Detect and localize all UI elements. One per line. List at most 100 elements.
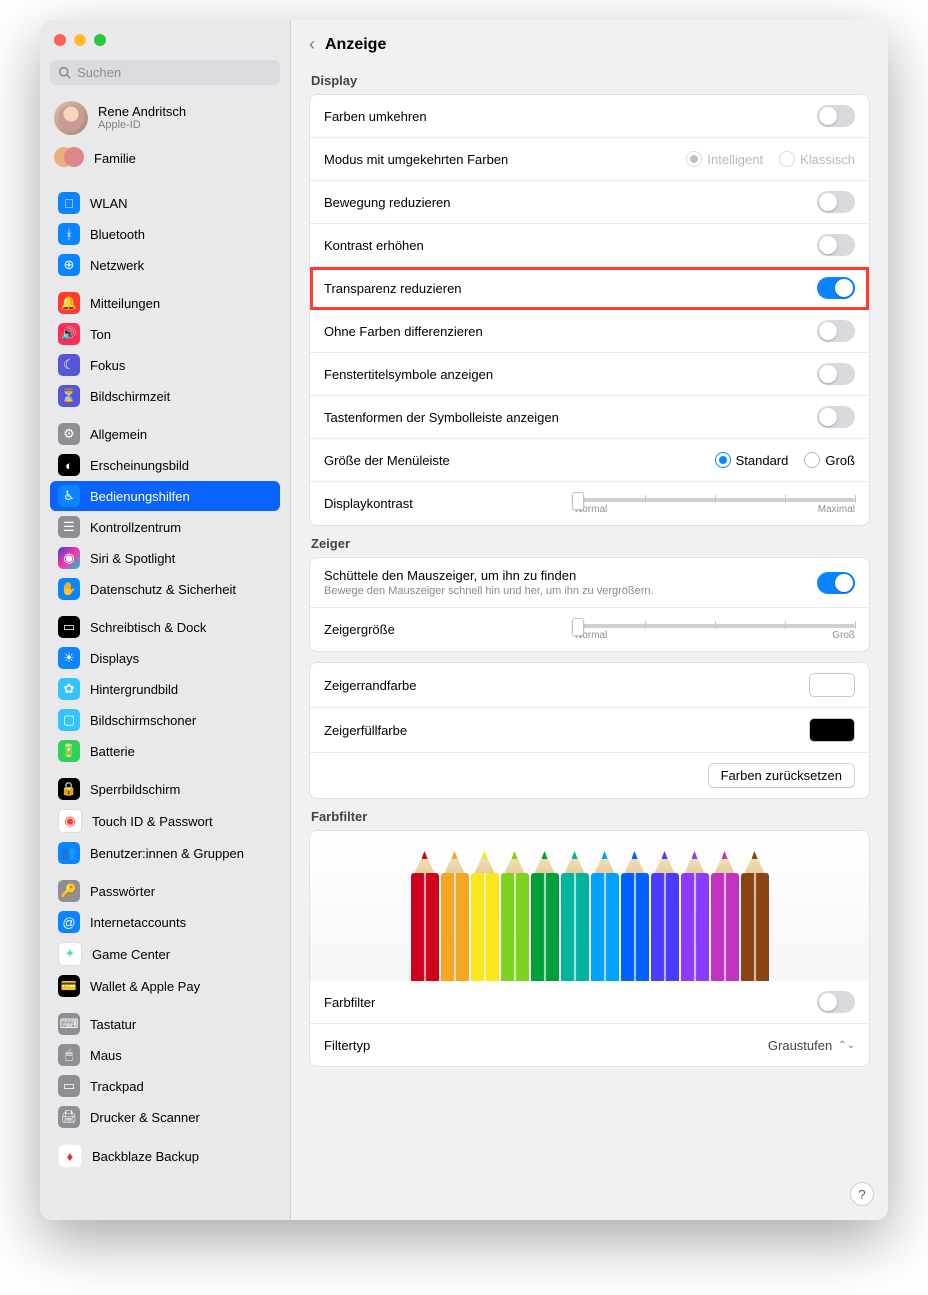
close-window-button[interactable] <box>54 34 66 46</box>
accessibility-icon: ♿︎ <box>58 485 80 507</box>
users-icon: 👥 <box>58 842 80 864</box>
radio-menubar-large[interactable]: Groß <box>804 452 855 468</box>
wallpaper-icon: ✿ <box>58 678 80 700</box>
toggle-reduce-transparency[interactable] <box>817 277 855 299</box>
sidebar-item-general[interactable]: ⚙Allgemein <box>50 419 280 449</box>
sidebar-item-label: Touch ID & Passwort <box>92 814 213 829</box>
toggle-colorfilter[interactable] <box>817 991 855 1013</box>
colorfilter-preview <box>310 831 869 981</box>
back-button[interactable]: ‹ <box>309 34 315 55</box>
toggle-reduce-motion[interactable] <box>817 191 855 213</box>
row-reduce-transparency: Transparenz reduzieren <box>310 267 869 310</box>
hourglass-icon: ⏳ <box>58 385 80 407</box>
sidebar-item-screentime[interactable]: ⏳Bildschirmzeit <box>50 381 280 411</box>
speaker-icon: 🔊 <box>58 323 80 345</box>
sidebar-item-wallet[interactable]: 💳Wallet & Apple Pay <box>50 971 280 1001</box>
slider-max-label: Groß <box>832 630 855 641</box>
pointer-size-slider[interactable] <box>575 624 855 628</box>
sidebar-item-backblaze[interactable]: ♦Backblaze Backup <box>50 1140 280 1172</box>
sidebar-item-lockscreen[interactable]: 🔒Sperrbildschirm <box>50 774 280 804</box>
sidebar-item-focus[interactable]: ☾Fokus <box>50 350 280 380</box>
sidebar-item-trackpad[interactable]: ▭Trackpad <box>50 1071 280 1101</box>
sidebar-item-mouse[interactable]: 🖱Maus <box>50 1040 280 1070</box>
sidebar-item-label: Fokus <box>90 358 125 373</box>
pencil-icon <box>741 851 769 981</box>
sidebar-item-label: Hintergrundbild <box>90 682 178 697</box>
sidebar-item-label: WLAN <box>90 196 128 211</box>
invert-mode-radio-group: Intelligent Klassisch <box>686 151 855 167</box>
sidebar-item-accessibility[interactable]: ♿︎ Bedienungshilfen <box>50 481 280 511</box>
sidebar-item-users[interactable]: 👥Benutzer:innen & Gruppen <box>50 838 280 868</box>
row-shake-pointer: Schüttele den Mauszeiger, um ihn zu find… <box>310 558 869 608</box>
screensaver-icon: ▢ <box>58 709 80 731</box>
pencil-icon <box>531 851 559 981</box>
sidebar-item-label: Drucker & Scanner <box>90 1110 200 1125</box>
display-contrast-slider[interactable] <box>575 498 855 502</box>
sidebar-item-keyboard[interactable]: ⌨Tastatur <box>50 1009 280 1039</box>
sidebar-item-control-center[interactable]: ☰Kontrollzentrum <box>50 512 280 542</box>
sidebar-item-privacy[interactable]: ✋Datenschutz & Sicherheit <box>50 574 280 604</box>
sidebar-item-bluetooth[interactable]: ᚼBluetooth <box>50 219 280 249</box>
toggle-increase-contrast[interactable] <box>817 234 855 256</box>
sidebar-item-label: Bedienungshilfen <box>90 489 190 504</box>
family-row[interactable]: Familie <box>40 143 290 181</box>
sidebar-item-passwords[interactable]: 🔑Passwörter <box>50 876 280 906</box>
row-label: Transparenz reduzieren <box>324 281 462 296</box>
sidebar-item-label: Game Center <box>92 947 170 962</box>
sidebar-item-screensaver[interactable]: ▢Bildschirmschoner <box>50 705 280 735</box>
filter-type-popup[interactable]: Graustufen ⌃⌄ <box>768 1038 855 1053</box>
family-label: Familie <box>94 151 136 166</box>
search-field[interactable]: Suchen <box>50 60 280 85</box>
pencil-icon <box>441 851 469 981</box>
sidebar-item-touchid[interactable]: ◉Touch ID & Passwort <box>50 805 280 837</box>
apple-id-row[interactable]: Rene Andritsch Apple-ID <box>40 95 290 143</box>
settings-window: Suchen Rene Andritsch Apple-ID Familie 􀙇… <box>40 20 888 1220</box>
toggle-toolbar-button-shapes[interactable] <box>817 406 855 428</box>
row-display-contrast: Displaykontrast Normal Maximal <box>310 482 869 525</box>
reset-colors-button[interactable]: Farben zurücksetzen <box>708 763 855 788</box>
battery-icon: 🔋 <box>58 740 80 762</box>
sidebar-item-wlan[interactable]: 􀙇WLAN <box>50 188 280 218</box>
sidebar-item-wallpaper[interactable]: ✿ Hintergrundbild <box>50 674 280 704</box>
key-icon: 🔑 <box>58 880 80 902</box>
radio-menubar-standard[interactable]: Standard <box>715 452 789 468</box>
pointer-outline-colorwell[interactable] <box>809 673 855 697</box>
section-display-label: Display <box>309 63 870 94</box>
trackpad-icon: ▭ <box>58 1075 80 1097</box>
sidebar-item-desktop-dock[interactable]: ▭Schreibtisch & Dock <box>50 612 280 642</box>
pencil-icon <box>651 851 679 981</box>
zoom-window-button[interactable] <box>94 34 106 46</box>
sidebar-item-battery[interactable]: 🔋Batterie <box>50 736 280 766</box>
sidebar-item-label: Backblaze Backup <box>92 1149 199 1164</box>
bell-icon: 🔔 <box>58 292 80 314</box>
sidebar-item-printers[interactable]: 🖨Drucker & Scanner <box>50 1102 280 1132</box>
sidebar-item-network[interactable]: ⊕Netzwerk <box>50 250 280 280</box>
gamecenter-icon: ✦ <box>58 942 82 966</box>
pointer-fill-colorwell[interactable] <box>809 718 855 742</box>
row-pointer-outline-color: Zeigerrandfarbe <box>310 663 869 708</box>
section-colorfilter-label: Farbfilter <box>309 799 870 830</box>
radio-invert-smart[interactable]: Intelligent <box>686 151 763 167</box>
sidebar-item-siri[interactable]: ◉Siri & Spotlight <box>50 543 280 573</box>
sidebar-item-label: Bluetooth <box>90 227 145 242</box>
sidebar-item-internet-accounts[interactable]: @Internetaccounts <box>50 907 280 937</box>
chevron-updown-icon: ⌃⌄ <box>838 1040 855 1051</box>
sidebar-item-label: Schreibtisch & Dock <box>90 620 206 635</box>
toggle-invert-colors[interactable] <box>817 105 855 127</box>
sidebar-item-sound[interactable]: 🔊Ton <box>50 319 280 349</box>
sidebar-item-game-center[interactable]: ✦ Game Center <box>50 938 280 970</box>
minimize-window-button[interactable] <box>74 34 86 46</box>
sidebar-item-label: Netzwerk <box>90 258 144 273</box>
sidebar-item-notifications[interactable]: 🔔Mitteilungen <box>50 288 280 318</box>
radio-invert-classic[interactable]: Klassisch <box>779 151 855 167</box>
toggle-window-title-icons[interactable] <box>817 363 855 385</box>
help-button[interactable]: ? <box>850 1182 874 1206</box>
row-label: Zeigerrandfarbe <box>324 678 417 693</box>
colorfilter-panel: Farbfilter Filtertyp Graustufen ⌃⌄ <box>309 830 870 1067</box>
row-label: Schüttele den Mauszeiger, um ihn zu find… <box>324 568 654 583</box>
sidebar-item-displays[interactable]: ☀Displays <box>50 643 280 673</box>
sidebar-item-appearance[interactable]: ◐Erscheinungsbild <box>50 450 280 480</box>
row-colorfilter-enable: Farbfilter <box>310 981 869 1024</box>
toggle-shake-pointer[interactable] <box>817 572 855 594</box>
toggle-differentiate-without-color[interactable] <box>817 320 855 342</box>
